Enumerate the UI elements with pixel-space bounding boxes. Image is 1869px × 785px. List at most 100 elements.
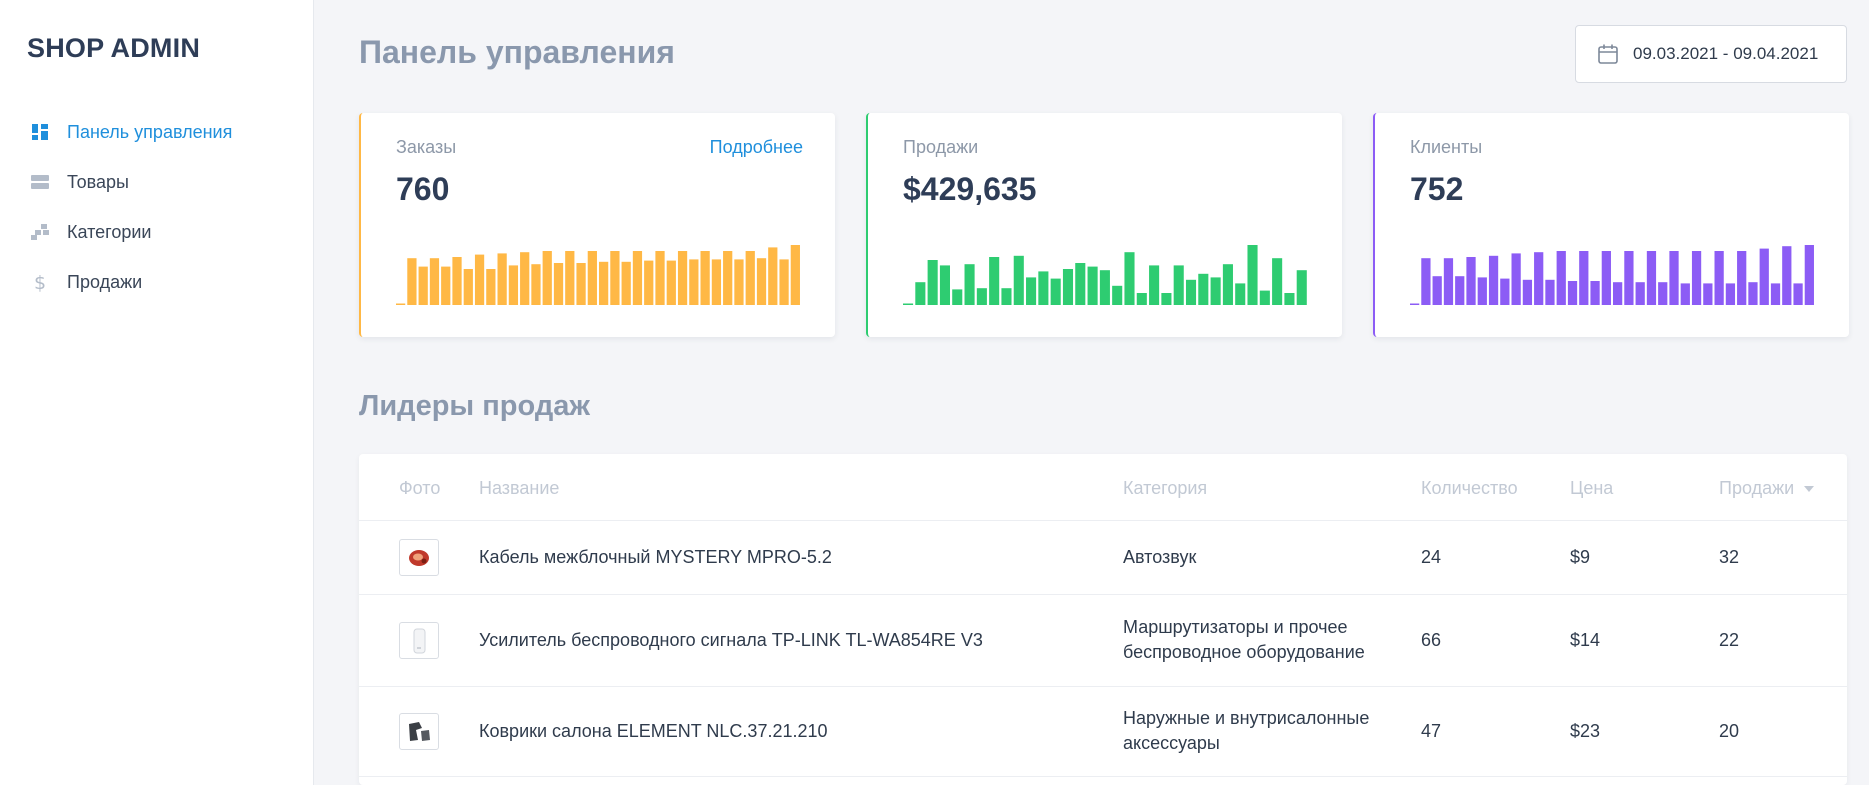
chart-bar [915,282,926,305]
cable-icon[interactable] [399,539,439,576]
chart-bar [1646,251,1657,305]
chart-bar [497,253,507,305]
sidebar-item-sales[interactable]: $ Продажи [0,257,314,307]
date-range-picker[interactable]: 09.03.2021 - 09.04.2021 [1575,25,1847,83]
chart-bar [1714,251,1724,305]
chart-bar [1488,255,1499,305]
product-sales: 32 [1719,547,1740,567]
sidebar-item-label: Товары [67,171,129,192]
column-header-photo: Фото [399,478,441,498]
chart-bar [1026,277,1037,305]
chart-bar [1545,279,1555,305]
sidebar-item-label: Панель управления [67,121,233,142]
sales-bar-chart [903,245,1307,305]
calendar-icon [1598,44,1618,64]
product-price: $9 [1570,547,1591,567]
product-name: Кабель межблочный MYSTERY MPRO-5.2 [479,547,832,567]
chart-bar [1804,245,1814,305]
chart-bar [745,251,755,305]
chart-bar [1669,251,1679,305]
chart-bar [689,259,699,305]
chart-bar [790,245,800,305]
chart-bar [1443,258,1454,305]
chart-bar [396,303,406,305]
chart-bar [1235,283,1246,305]
card-value: $429,635 [903,171,1037,207]
product-category: Автозвук [1123,547,1197,567]
chart-bar [644,260,654,305]
chart-bar [486,269,496,305]
chart-bar [700,251,710,305]
card-label: Продажи [903,137,979,157]
chart-bar [1247,245,1258,305]
chart-bar [1173,265,1184,305]
chart-bar [621,261,631,305]
chart-bar [779,259,789,305]
page-title: Панель управления [359,34,675,70]
orders-bar-chart [396,245,800,305]
sidebar: SHOP ADMIN Панель управления Товары Кате… [0,0,314,785]
column-header-category[interactable]: Категория [1123,478,1207,499]
chart-bar [1466,257,1476,305]
sidebar-item-products[interactable]: Товары [0,157,314,207]
wifi-extender-icon[interactable] [399,622,439,659]
column-header-price[interactable]: Цена [1570,478,1613,499]
chart-bar [1759,248,1769,305]
date-range-text: 09.03.2021 - 09.04.2021 [1633,44,1819,63]
chart-bar [1658,282,1668,305]
chart-bar [1013,255,1024,305]
chart-bar [1455,276,1465,305]
chart-bar [1511,253,1521,305]
chart-bar [599,261,609,305]
chart-bar [1222,264,1233,305]
chart-bar [1136,293,1147,305]
table-row[interactable]: Коврики салона ELEMENT NLC.37.21.210 Нар… [359,687,1847,777]
chart-bar [1680,283,1690,305]
product-price: $14 [1570,630,1601,650]
sidebar-item-categories[interactable]: Категории [0,207,314,257]
chart-bar [1185,279,1197,305]
chart-bar [1001,288,1012,305]
chart-bar [576,263,586,305]
card-label: Клиенты [1410,137,1483,157]
chart-bar [553,263,564,305]
chart-bar [1124,252,1135,305]
chart-bar [1624,251,1634,305]
chart-bar [655,251,665,305]
column-header-sales[interactable]: Продажи [1719,478,1815,499]
chart-bar [989,257,1000,305]
chart-bar [976,288,987,305]
brand-logo[interactable]: SHOP ADMIN [27,33,200,64]
sort-desc-icon [1804,486,1815,493]
chart-bar [1210,277,1221,305]
product-quantity: 47 [1421,721,1442,741]
column-header-quantity[interactable]: Количество [1421,478,1518,499]
chart-bar [1477,277,1487,305]
chart-bar [1793,283,1803,305]
chart-bar [1075,263,1086,305]
sidebar-item-dashboard[interactable]: Панель управления [0,107,314,157]
chart-bar [418,266,428,305]
card-label: Заказы [396,137,457,157]
car-mats-icon[interactable] [399,713,439,750]
categories-icon [30,222,50,242]
chart-bar [463,269,473,305]
orders-details-link[interactable]: Подробнее [710,137,803,158]
clients-bar-chart [1410,245,1814,305]
product-sales: 20 [1719,721,1740,741]
table-row[interactable]: Усилитель беспроводного сигнала TP-LINK … [359,595,1847,687]
sidebar-item-label: Продажи [67,271,143,292]
chart-bar [1062,269,1074,305]
chart-bar [1284,293,1295,305]
sidebar-nav: Панель управления Товары Категории $ Про… [0,107,314,307]
chart-bar [429,258,440,305]
column-header-name[interactable]: Название [479,478,559,499]
chart-bar [756,258,767,305]
chart-bar [939,265,950,305]
table-row[interactable]: Кабель межблочный MYSTERY MPRO-5.2 Автоз… [359,521,1847,595]
chart-bar [1432,276,1442,305]
sales-card: Продажи $429,635 [866,113,1342,337]
chart-bar [1691,251,1702,305]
chart-bar [1635,282,1645,305]
chart-bar [508,265,519,305]
